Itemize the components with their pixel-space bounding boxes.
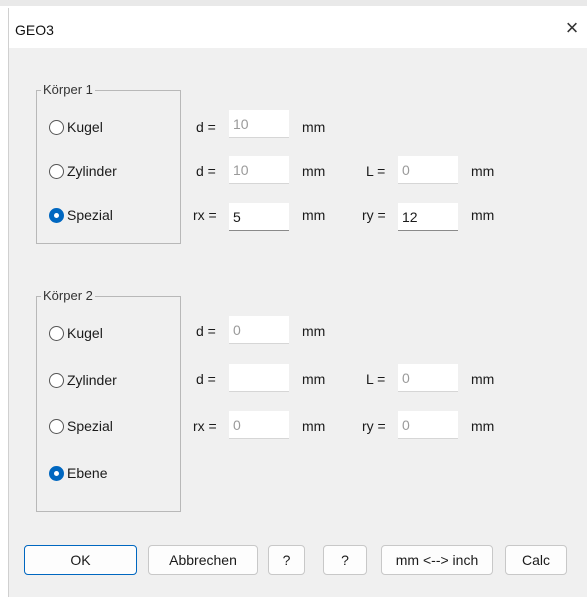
k1-zylinder-l-label: L = xyxy=(366,163,386,179)
help-button-2[interactable]: ? xyxy=(323,545,367,575)
radio-label: Spezial xyxy=(67,207,113,223)
close-icon[interactable]: × xyxy=(558,14,586,42)
k1-zylinder-d-unit: mm xyxy=(302,163,326,179)
k1-kugel-d-label: d = xyxy=(196,119,216,135)
radio-label: Kugel xyxy=(67,119,103,135)
radio-label: Ebene xyxy=(67,465,108,481)
radio-unchecked-icon xyxy=(49,163,64,179)
koerper1-legend: Körper 1 xyxy=(41,82,95,97)
k2-zylinder-l-label: L = xyxy=(366,371,386,387)
k1-spezial-rx-unit: mm xyxy=(302,207,326,223)
k2-spezial-rx-unit: mm xyxy=(302,418,326,434)
k1-kugel-d-unit: mm xyxy=(302,119,326,135)
radio-label: Zylinder xyxy=(67,372,117,388)
radio-unchecked-icon xyxy=(49,119,64,135)
koerper2-radio-ebene[interactable]: Ebene xyxy=(49,465,107,481)
k1-zylinder-d-label: d = xyxy=(196,163,216,179)
k2-kugel-d-field[interactable] xyxy=(229,316,289,344)
mm-inch-button[interactable]: mm <--> inch xyxy=(381,545,493,575)
k1-spezial-rx-field[interactable] xyxy=(229,203,289,231)
koerper1-radio-zylinder[interactable]: Zylinder xyxy=(49,163,117,179)
ok-button[interactable]: OK xyxy=(24,545,137,575)
koerper2-legend: Körper 2 xyxy=(41,288,95,303)
k2-spezial-ry-label: ry = xyxy=(362,418,386,434)
k2-zylinder-d-unit: mm xyxy=(302,371,326,387)
k2-spezial-rx-field[interactable] xyxy=(229,411,289,439)
k2-spezial-ry-unit: mm xyxy=(471,418,495,434)
koerper2-radio-kugel[interactable]: Kugel xyxy=(49,325,103,341)
koerper2-radio-spezial[interactable]: Spezial xyxy=(49,418,113,434)
radio-checked-icon xyxy=(49,465,64,481)
radio-label: Spezial xyxy=(67,418,113,434)
radio-unchecked-icon xyxy=(49,372,64,388)
k1-spezial-ry-label: ry = xyxy=(362,207,386,223)
title-bar: GEO3 × xyxy=(9,8,587,48)
radio-label: Kugel xyxy=(67,325,103,341)
k1-zylinder-d-field[interactable] xyxy=(229,156,289,184)
k2-zylinder-d-field[interactable] xyxy=(229,364,289,392)
radio-checked-icon xyxy=(49,207,64,223)
k2-zylinder-l-field[interactable] xyxy=(398,364,458,392)
k1-spezial-ry-field[interactable] xyxy=(398,203,458,231)
k2-zylinder-l-unit: mm xyxy=(471,371,495,387)
k1-spezial-ry-unit: mm xyxy=(471,207,495,223)
k2-spezial-ry-field[interactable] xyxy=(398,411,458,439)
koerper1-radio-kugel[interactable]: Kugel xyxy=(49,119,103,135)
radio-unchecked-icon xyxy=(49,418,64,434)
k2-spezial-rx-label: rx = xyxy=(193,418,217,434)
calc-button[interactable]: Calc xyxy=(505,545,567,575)
k2-zylinder-d-label: d = xyxy=(196,371,216,387)
window-title: GEO3 xyxy=(15,22,54,38)
radio-unchecked-icon xyxy=(49,325,64,341)
help-button-1[interactable]: ? xyxy=(268,545,305,575)
k2-kugel-d-unit: mm xyxy=(302,323,326,339)
k1-kugel-d-field[interactable] xyxy=(229,110,289,138)
koerper2-radio-zylinder[interactable]: Zylinder xyxy=(49,372,117,388)
background-strip xyxy=(0,0,587,6)
k1-zylinder-l-field[interactable] xyxy=(398,156,458,184)
koerper1-radio-spezial[interactable]: Spezial xyxy=(49,207,113,223)
cancel-button[interactable]: Abbrechen xyxy=(148,545,258,575)
k2-kugel-d-label: d = xyxy=(196,323,216,339)
radio-label: Zylinder xyxy=(67,163,117,179)
k1-spezial-rx-label: rx = xyxy=(193,207,217,223)
k1-zylinder-l-unit: mm xyxy=(471,163,495,179)
